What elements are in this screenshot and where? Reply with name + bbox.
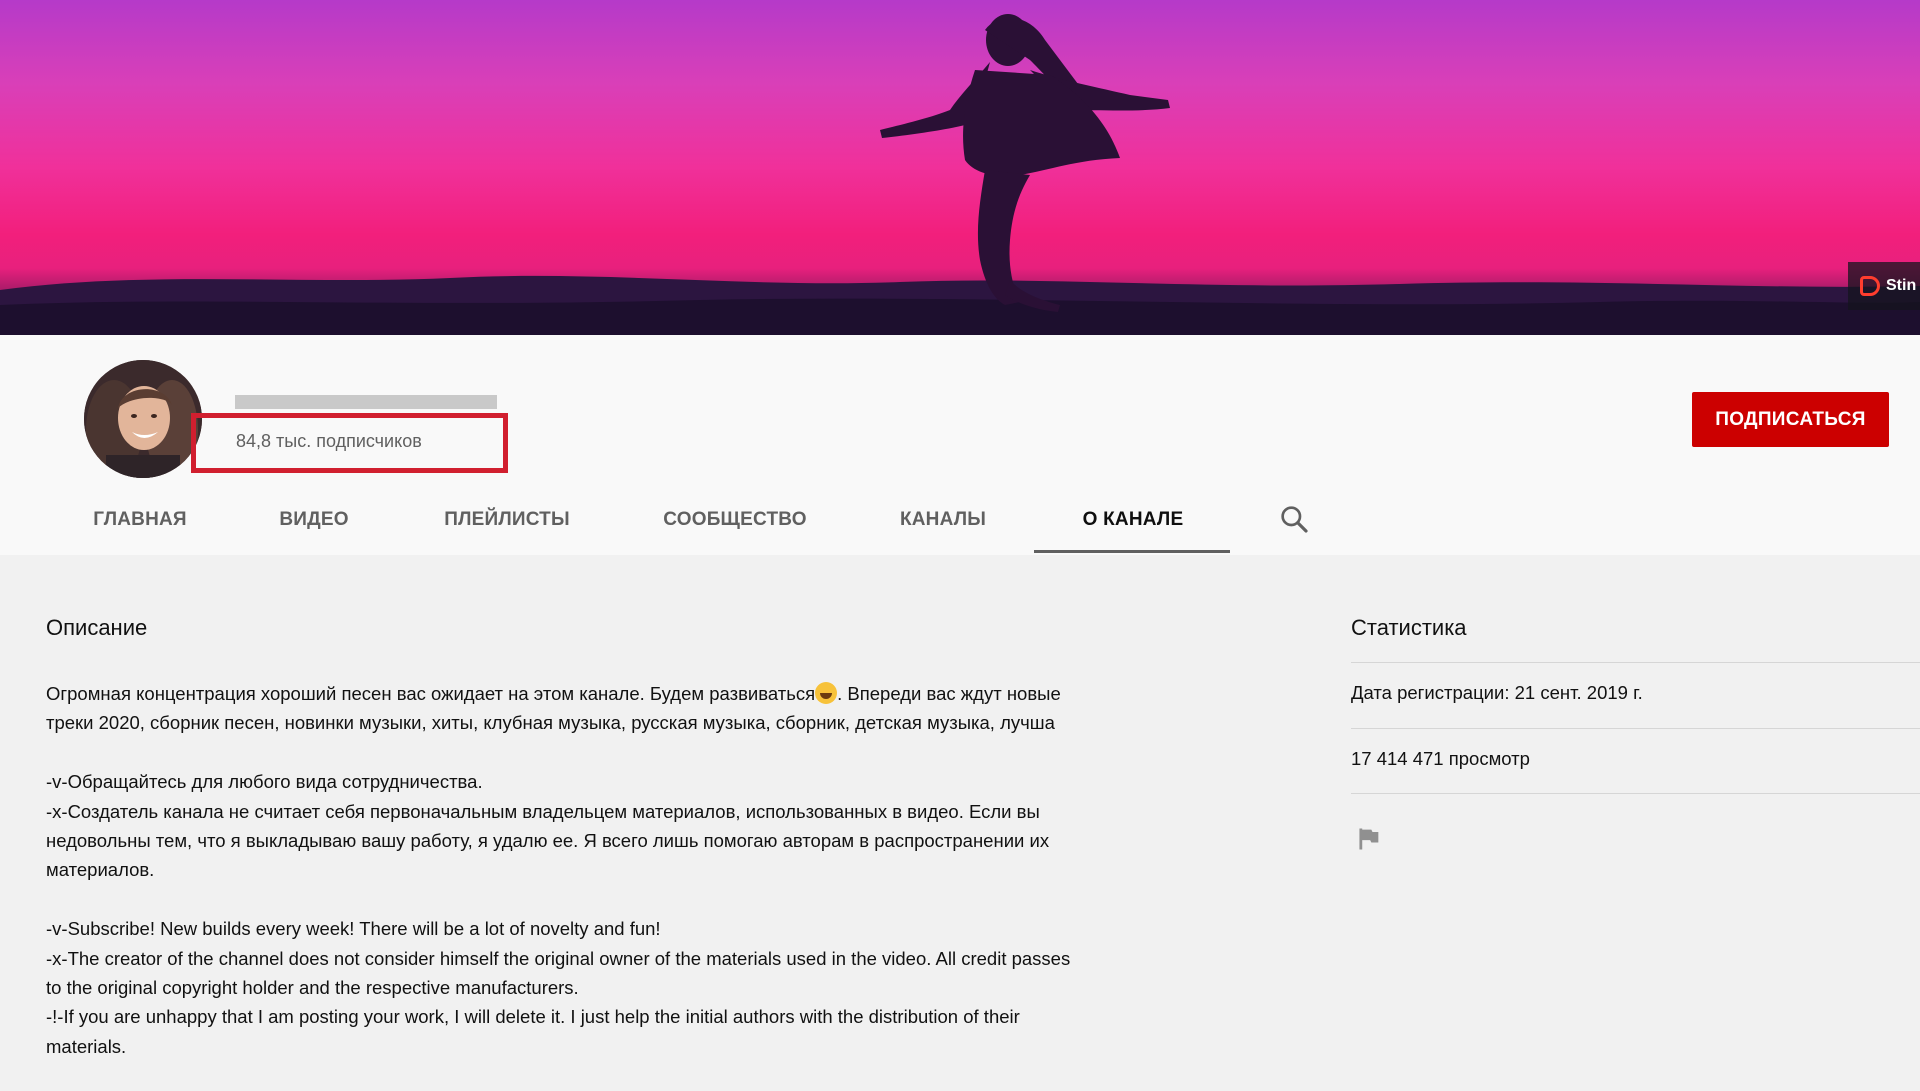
stream-logo-icon [1860,276,1880,296]
view-count: 17 414 471 просмотр [1351,748,1530,769]
stats-divider [1351,793,1920,794]
description-line: materials. [46,1035,127,1057]
description-line: материалов. [46,859,155,881]
description-line: -x-The creator of the channel does not c… [46,947,1071,969]
subscriber-count: 84,8 тыс. подписчиков [236,431,422,451]
tab-about[interactable]: О КАНАЛЕ [1070,485,1196,555]
dancer-silhouette [880,14,1170,312]
banner-artwork [0,14,1920,335]
description-title: Описание [46,615,148,640]
description-body: Огромная концентрация хороший песен вас … [46,679,1226,1061]
description-line: to the original copyright holder and the… [46,977,579,999]
channel-tabs: ГЛАВНАЯ ВИДЕО ПЛЕЙЛИСТЫ СООБЩЕСТВО КАНАЛ… [0,485,1920,697]
report-flag-icon[interactable] [1355,825,1383,853]
description-line: -v-Обращайтесь для любого вида сотруднич… [46,771,483,793]
watermark-text: Stin [1886,277,1917,294]
channel-banner: Stin [0,0,1920,335]
tab-videos[interactable]: ВИДЕО [266,485,362,555]
search-icon[interactable] [1278,503,1310,535]
smiling-emoji-icon [815,682,838,704]
description-line: недовольны тем, что я выкладываю вашу ра… [46,830,1050,852]
description-text: . Впереди вас ждут новые [837,683,1061,704]
channel-name-blur [235,395,497,409]
description-text: Огромная концентрация хороший песен вас … [46,683,816,704]
stats-divider [1351,728,1920,729]
stats-title: Статистика [1351,615,1467,640]
channel-avatar[interactable] [84,360,202,478]
subscribe-button[interactable]: ПОДПИСАТЬСЯ [1692,392,1889,447]
about-content: Описание Огромная концентрация хороший п… [0,555,1920,1091]
registration-date: Дата регистрации: 21 сент. 2019 г. [1351,682,1643,703]
channel-header: 84,8 тыс. подписчиков ПОДПИСАТЬСЯ ГЛАВНА… [0,335,1920,697]
stats-divider [1351,662,1920,663]
tab-home[interactable]: ГЛАВНАЯ [80,485,200,555]
description-line: -!-If you are unhappy that I am posting … [46,1006,1020,1028]
description-line: треки 2020, сборник песен, новинки музык… [46,712,1055,734]
description-line: Огромная концентрация хороший песен вас … [46,679,1226,708]
tab-playlists[interactable]: ПЛЕЙЛИСТЫ [432,485,582,555]
tab-channels[interactable]: КАНАЛЫ [890,485,996,555]
description-line: -v-Subscribe! New builds every week! The… [46,918,661,940]
banner-watermark: Stin [1848,262,1920,310]
avatar-image [84,360,202,478]
tab-community[interactable]: СООБЩЕСТВО [655,485,815,555]
description-line: -x-Создатель канала не считает себя перв… [46,800,1040,822]
active-tab-underline [1034,550,1230,553]
